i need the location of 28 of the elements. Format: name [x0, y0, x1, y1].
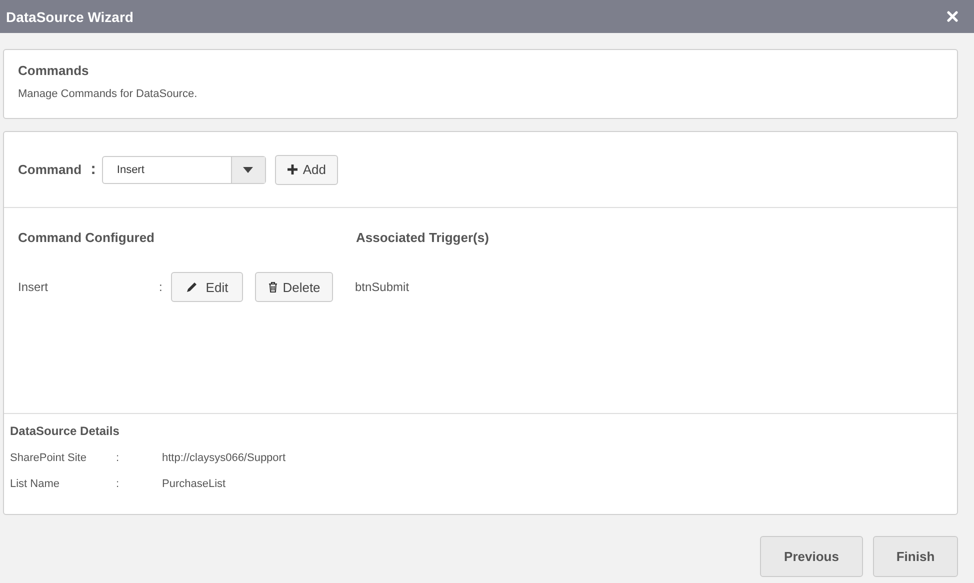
detail-label: SharePoint Site	[10, 452, 88, 464]
section-description: Manage Commands for DataSource.	[18, 88, 198, 100]
detail-value: PurchaseList	[162, 478, 226, 490]
plus-icon	[286, 164, 298, 176]
section-title: DataSource Details	[10, 424, 120, 438]
trash-icon	[268, 281, 278, 294]
colon: :	[159, 280, 164, 294]
colon: :	[90, 160, 96, 179]
window-title: DataSource Wizard	[6, 8, 134, 24]
footer-button[interactable]: Finish	[873, 536, 958, 577]
detail-label: List Name	[10, 478, 61, 490]
colon: :	[116, 452, 120, 464]
column-heading: Associated Trigger(s)	[356, 230, 489, 246]
section-title: Commands	[18, 63, 90, 78]
add-button[interactable]: Add	[274, 154, 338, 185]
trigger-name: btnSubmit	[355, 280, 410, 294]
delete-button[interactable]: Delete	[255, 272, 333, 302]
detail-value: http://claysys066/Support	[162, 452, 286, 464]
command-name: Insert	[18, 280, 50, 294]
command-label: Command	[18, 162, 82, 178]
pencil-icon	[186, 281, 198, 294]
column-heading: Command Configured	[18, 230, 156, 246]
footer-button[interactable]: Previous	[760, 536, 863, 577]
colon: :	[116, 478, 120, 490]
edit-button[interactable]: Edit	[171, 272, 243, 302]
close-icon[interactable]	[947, 11, 958, 22]
command-dropdown[interactable]: Insert	[102, 156, 266, 184]
caret-icon	[243, 166, 254, 173]
